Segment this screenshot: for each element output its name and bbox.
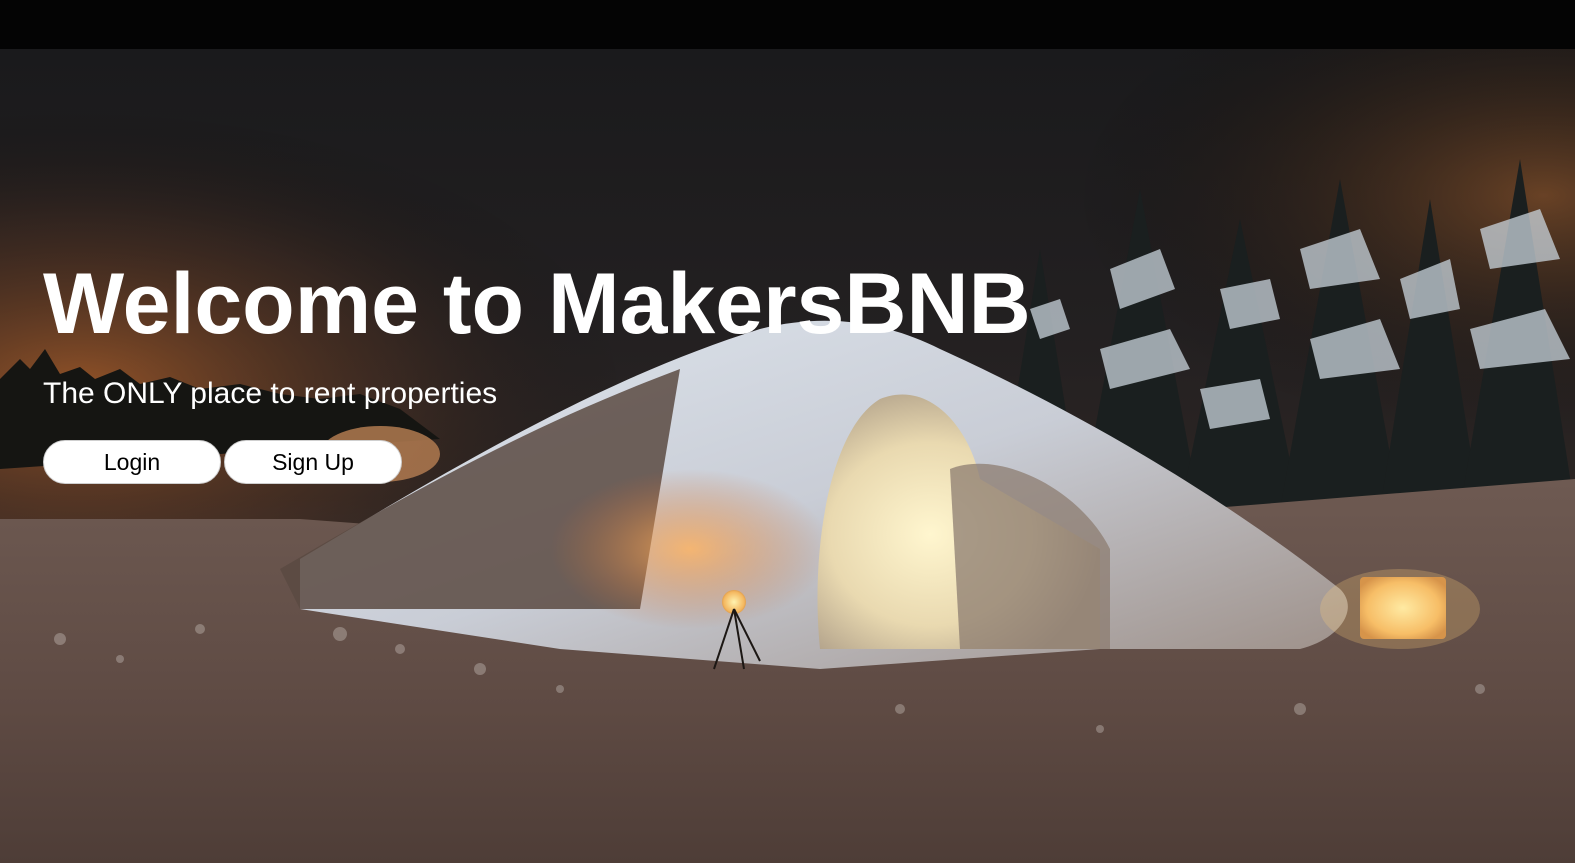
top-bar bbox=[0, 0, 1575, 49]
hero-subtitle: The ONLY place to rent properties bbox=[43, 377, 498, 410]
signup-button[interactable]: Sign Up bbox=[224, 440, 402, 484]
hero-section: Welcome to MakersBNB The ONLY place to r… bbox=[0, 49, 1575, 863]
hero-title: Welcome to MakersBNB bbox=[43, 256, 1031, 352]
hero-content: Welcome to MakersBNB The ONLY place to r… bbox=[43, 256, 1043, 484]
login-button[interactable]: Login bbox=[43, 440, 221, 484]
auth-button-row: Login Sign Up bbox=[43, 440, 1043, 484]
